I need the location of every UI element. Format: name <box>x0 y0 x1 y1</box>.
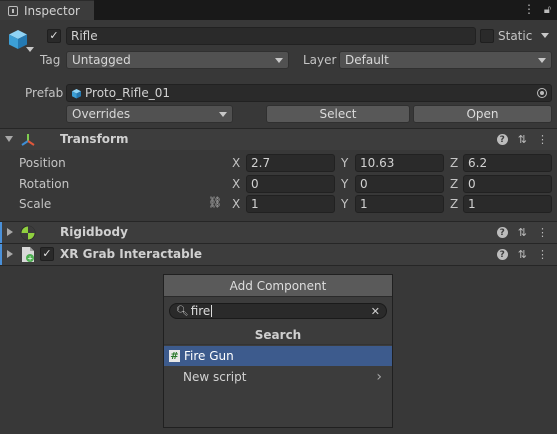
icon-dropdown-caret[interactable] <box>26 47 34 52</box>
prefab-field[interactable]: Proto_Rifle_01 <box>66 84 552 102</box>
component-enabled-checkbox[interactable]: ✓ <box>40 247 54 261</box>
rigidbody-icon <box>20 225 36 241</box>
static-label: Static <box>498 29 533 43</box>
divider <box>0 265 557 266</box>
axis-x-label[interactable]: X <box>232 156 240 170</box>
rotation-y-field[interactable]: 0 <box>355 175 444 193</box>
overrides-dropdown[interactable]: Overrides <box>66 105 233 123</box>
prefab-cube-icon <box>72 88 81 98</box>
active-checkbox[interactable]: ✓ <box>47 29 61 43</box>
position-x-field[interactable]: 2.7 <box>246 154 335 172</box>
position-label: Position <box>19 156 66 170</box>
added-component-indicator <box>0 222 2 243</box>
tag-label: Tag <box>40 53 61 67</box>
more-kebab-icon[interactable]: ⋮ <box>537 133 548 146</box>
object-name-field[interactable]: Rifle <box>66 27 476 45</box>
component-search-input[interactable]: 🔍︎ fire ✕ <box>169 303 387 319</box>
link-icon[interactable]: ⛓︎ <box>208 196 222 209</box>
component-item-new-script[interactable]: New script › <box>164 367 392 387</box>
open-button[interactable]: Open <box>413 105 552 123</box>
added-component-indicator <box>0 244 2 265</box>
add-component-title[interactable]: Add Component <box>164 275 392 297</box>
svg-text:+: + <box>27 255 33 263</box>
chevron-right-icon: › <box>376 369 382 385</box>
position-y-field[interactable]: 10.63 <box>355 154 444 172</box>
scale-y-field[interactable]: 1 <box>355 195 444 213</box>
chevron-down-icon <box>538 57 546 63</box>
axis-z-label[interactable]: Z <box>450 197 458 211</box>
script-hash-icon: # <box>169 350 180 362</box>
search-section-header: Search <box>164 325 392 345</box>
static-checkbox[interactable] <box>480 29 494 43</box>
object-picker-icon[interactable] <box>537 88 547 98</box>
foldout-closed-icon[interactable] <box>7 228 13 236</box>
tag-dropdown[interactable]: Untagged <box>66 51 289 69</box>
chevron-down-icon <box>219 111 227 117</box>
tab-menu-icon[interactable]: ⋮ <box>523 3 535 16</box>
axis-x-label[interactable]: X <box>232 197 240 211</box>
rigidbody-title: Rigidbody <box>60 225 128 239</box>
rotation-z-field[interactable]: 0 <box>463 175 552 193</box>
axis-y-label[interactable]: Y <box>341 177 348 191</box>
text-caret <box>211 305 213 317</box>
rotation-label: Rotation <box>19 177 70 191</box>
axis-z-label[interactable]: Z <box>450 156 458 170</box>
axis-y-label[interactable]: Y <box>341 156 348 170</box>
layer-dropdown[interactable]: Default <box>339 51 552 69</box>
script-file-icon: + <box>22 247 34 263</box>
tab-inspector[interactable]: Inspector <box>0 0 94 20</box>
axis-y-label[interactable]: Y <box>341 197 348 211</box>
scale-x-field[interactable]: 1 <box>246 195 335 213</box>
foldout-open-icon[interactable] <box>5 136 13 142</box>
more-kebab-icon[interactable]: ⋮ <box>537 226 548 239</box>
lock-icon[interactable]: 🔓︎ <box>544 3 551 17</box>
foldout-closed-icon[interactable] <box>7 250 13 258</box>
axis-x-label[interactable]: X <box>232 177 240 191</box>
xr-grab-title: XR Grab Interactable <box>60 247 202 261</box>
position-z-field[interactable]: 6.2 <box>463 154 552 172</box>
static-dropdown-caret[interactable] <box>541 33 549 38</box>
search-icon: 🔍︎ <box>176 305 189 317</box>
presets-sliders-icon[interactable]: ⇅ <box>518 248 527 261</box>
transform-header[interactable]: Transform ? ⇅ ⋮ <box>0 129 557 150</box>
component-item-fire-gun[interactable]: # Fire Gun <box>164 346 392 366</box>
info-icon <box>8 5 18 16</box>
rigidbody-header[interactable]: Rigidbody ? ⇅ ⋮ <box>0 222 557 243</box>
scale-label: Scale <box>19 197 52 211</box>
presets-sliders-icon[interactable]: ⇅ <box>518 226 527 239</box>
help-icon[interactable]: ? <box>496 227 508 238</box>
help-icon[interactable]: ? <box>496 249 508 260</box>
more-kebab-icon[interactable]: ⋮ <box>537 248 548 261</box>
help-icon[interactable]: ? <box>496 134 508 145</box>
tab-bar: Inspector ⋮ 🔓︎ <box>0 0 557 20</box>
chevron-down-icon <box>275 57 283 63</box>
rotation-x-field[interactable]: 0 <box>246 175 335 193</box>
presets-sliders-icon[interactable]: ⇅ <box>518 133 527 146</box>
transform-icon <box>21 134 35 146</box>
clear-icon[interactable]: ✕ <box>371 305 380 318</box>
transform-title: Transform <box>60 132 129 146</box>
select-button[interactable]: Select <box>266 105 410 123</box>
prefab-label: Prefab <box>25 86 64 100</box>
axis-z-label[interactable]: Z <box>450 177 458 191</box>
xr-grab-header[interactable]: + ✓ XR Grab Interactable ? ⇅ ⋮ <box>0 244 557 265</box>
layer-label: Layer <box>303 53 337 67</box>
scale-z-field[interactable]: 1 <box>463 195 552 213</box>
tab-label: Inspector <box>24 3 80 18</box>
add-component-popup: Add Component 🔍︎ fire ✕ Search # Fire Gu… <box>163 274 393 428</box>
